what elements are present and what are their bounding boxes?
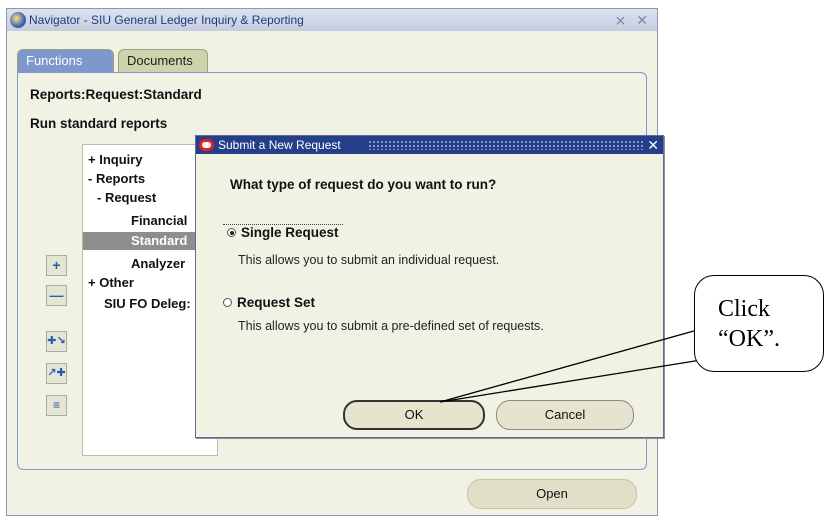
callout-line-lower <box>439 355 727 403</box>
callout-pointer <box>439 321 727 403</box>
callout-box: Click “OK”. <box>694 275 824 372</box>
callout-line-upper <box>439 321 727 403</box>
callout-text-line2: “OK”. <box>718 326 780 352</box>
callout-text-line1: Click <box>718 296 770 322</box>
